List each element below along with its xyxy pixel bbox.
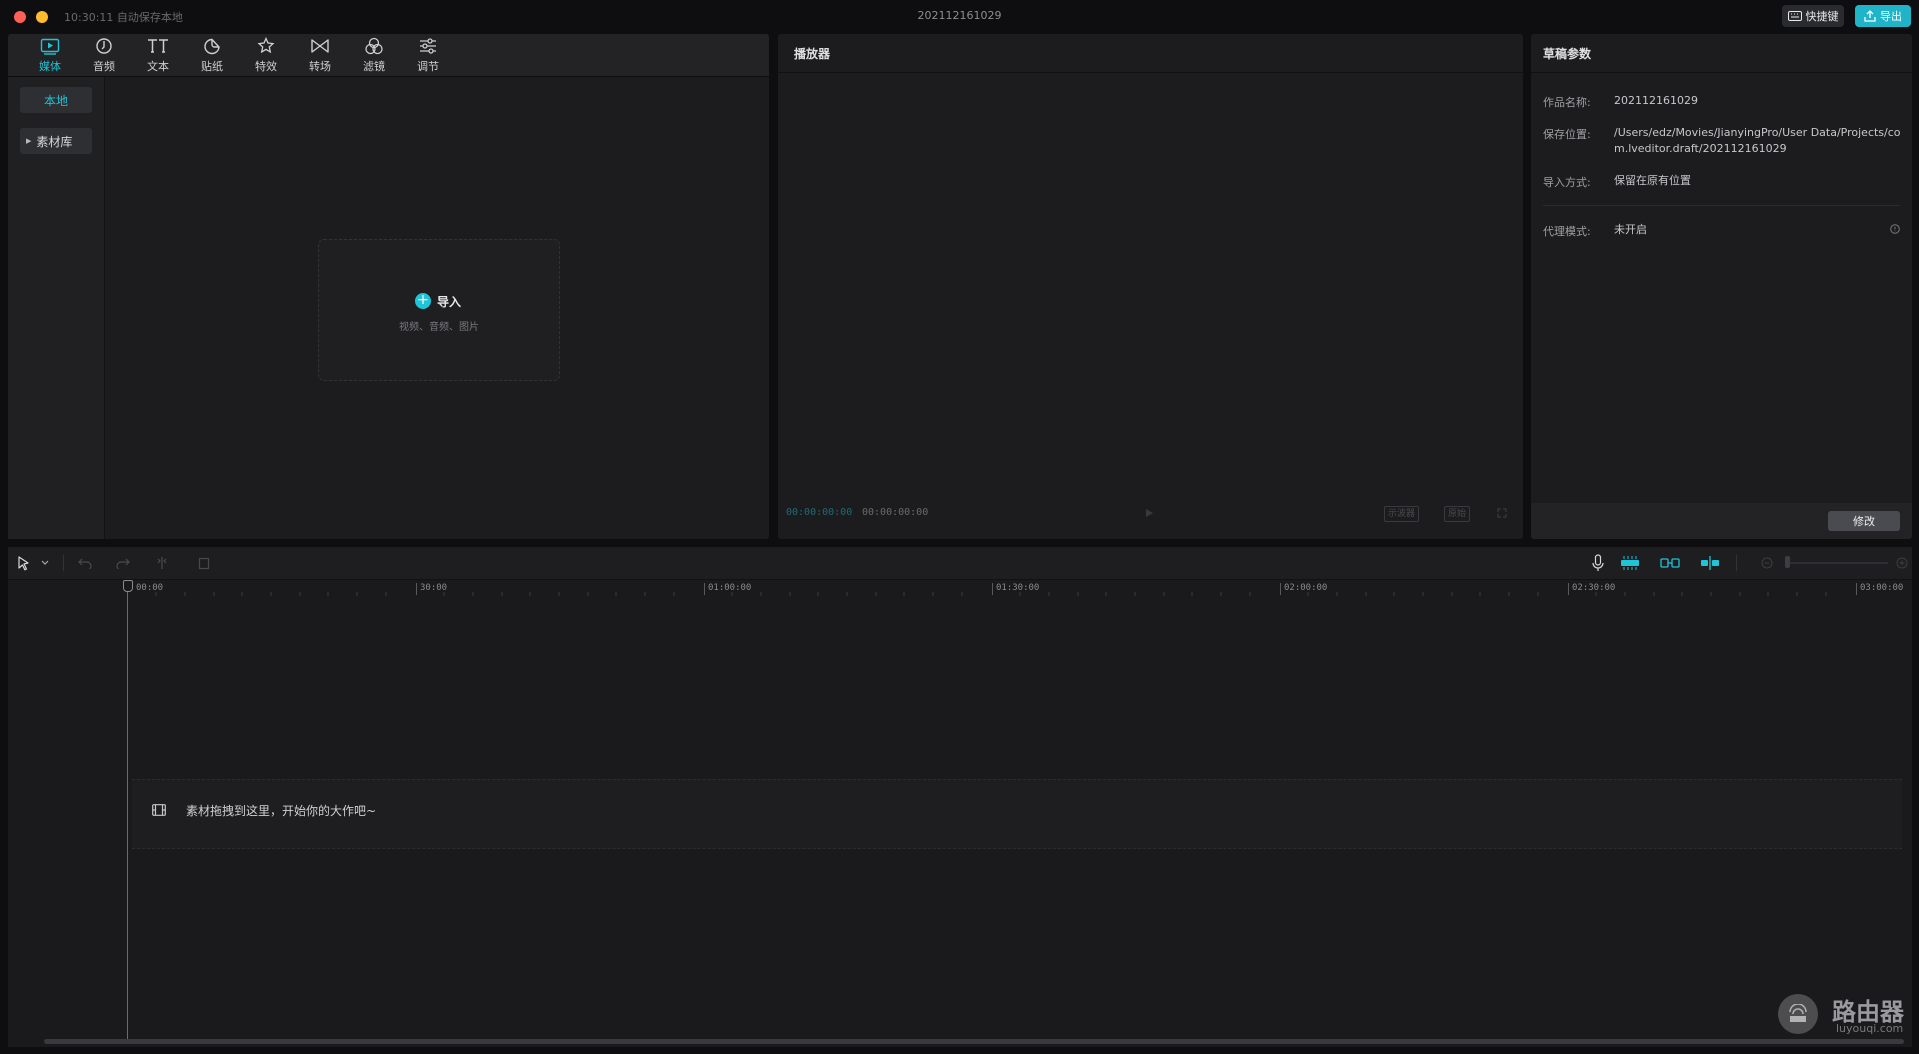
draft-divider [1543, 205, 1900, 206]
sidebar-item-library[interactable]: ▶ 素材库 [20, 128, 92, 154]
player-total-time: 00:00:00:00 [862, 507, 929, 518]
play-icon[interactable] [1144, 508, 1154, 518]
save-path-label: 保存位置: [1543, 128, 1591, 141]
linkage-icon[interactable] [1700, 554, 1720, 572]
main-track-dropzone[interactable]: 素材拖拽到这里，开始你的大作吧~ [132, 779, 1902, 849]
dropzone-hint: 素材拖拽到这里，开始你的大作吧~ [186, 804, 377, 818]
tab-transition-label: 转场 [309, 60, 331, 73]
keyboard-icon [1787, 11, 1802, 21]
player-title: 播放器 [794, 47, 831, 61]
fullscreen-icon[interactable] [1497, 508, 1507, 518]
work-name-label: 作品名称: [1543, 96, 1591, 109]
watermark: 路由器 luyouqi.com [1778, 990, 1918, 1040]
ruler-minor-ticks [155, 592, 1827, 596]
title-bar: 10:30:11 自动保存本地 202112161029 快捷键 导出 [0, 0, 1919, 32]
import-dropzone[interactable]: + 导入 视频、音频、图片 [318, 239, 560, 381]
tab-audio[interactable]: 音频 [84, 37, 124, 74]
media-toolbar: 媒体 音频 文本 贴纸 特效 转场 滤镜 调节 [8, 34, 769, 77]
main-track-magnet-icon[interactable] [1620, 554, 1640, 572]
timeline-ruler[interactable]: 00:00 30:00 01:00:00 01:30:00 02:00:00 0… [8, 580, 1912, 600]
effects-icon [257, 36, 275, 54]
toolbar-divider [63, 555, 64, 571]
zoom-slider-thumb[interactable] [1785, 556, 1790, 568]
draft-params-panel: 草稿参数 作品名称: 202112161029 保存位置: /Users/edz… [1531, 34, 1912, 539]
audio-icon [96, 38, 112, 54]
tab-adjust-label: 调节 [417, 60, 439, 73]
playhead-handle[interactable] [123, 580, 133, 592]
tab-media-label: 媒体 [39, 60, 61, 73]
shortcut-label: 快捷键 [1805, 10, 1839, 23]
redo-icon[interactable] [116, 557, 130, 569]
zoom-out-icon[interactable] [1761, 557, 1773, 569]
export-label: 导出 [1880, 10, 1902, 23]
window-title: 202112161029 [917, 9, 1002, 22]
proxy-mode-value: 未开启 [1614, 223, 1647, 236]
router-logo-icon [1778, 994, 1818, 1034]
tab-sticker[interactable]: 贴纸 [192, 37, 232, 74]
filter-icon [365, 37, 383, 55]
import-subtitle: 视频、音频、图片 [399, 322, 479, 333]
draft-header-divider [1531, 72, 1912, 73]
film-icon [152, 804, 166, 816]
import-mode-label: 导入方式: [1543, 176, 1591, 189]
tab-filter[interactable]: 滤镜 [354, 37, 394, 74]
timeline-panel: 00:00 30:00 01:00:00 01:30:00 02:00:00 0… [8, 547, 1912, 1047]
transition-icon [311, 39, 329, 53]
shortcut-button[interactable]: 快捷键 [1782, 5, 1844, 27]
player-current-time: 00:00:00:00 [786, 507, 853, 518]
draft-title: 草稿参数 [1543, 47, 1592, 61]
tab-media[interactable]: 媒体 [30, 37, 70, 74]
import-mode-value: 保留在原有位置 [1614, 174, 1691, 187]
tab-effects-label: 特效 [255, 60, 277, 73]
modify-button[interactable]: 修改 [1828, 511, 1900, 531]
export-button[interactable]: 导出 [1855, 5, 1911, 27]
adjust-icon [420, 38, 436, 54]
watermark-subtitle: luyouqi.com [1836, 1022, 1904, 1035]
tab-transition[interactable]: 转场 [300, 37, 340, 74]
split-icon[interactable] [156, 556, 168, 570]
tab-sticker-label: 贴纸 [201, 60, 223, 73]
caret-right-icon: ▶ [26, 137, 32, 145]
import-label: 导入 [437, 295, 462, 309]
chevron-down-icon[interactable] [41, 560, 49, 566]
save-path-value: /Users/edz/Movies/JianyingPro/User Data/… [1614, 126, 1901, 155]
player-header-divider [778, 72, 1523, 73]
sidebar-item-library-label: 素材库 [36, 134, 73, 149]
microphone-icon[interactable] [1592, 554, 1604, 572]
scope-button[interactable]: 示波器 [1384, 506, 1420, 522]
tab-audio-label: 音频 [93, 60, 115, 73]
tab-text[interactable]: 文本 [138, 37, 178, 74]
ratio-button[interactable]: 原始 [1444, 506, 1471, 522]
auto-snap-icon[interactable] [1660, 554, 1680, 572]
tab-adjust[interactable]: 调节 [408, 37, 448, 74]
playhead-line[interactable] [127, 581, 128, 1044]
tab-effects[interactable]: 特效 [246, 36, 286, 74]
timeline-horizontal-scrollbar[interactable] [44, 1039, 1904, 1044]
media-sidebar: 本地 ▶ 素材库 [8, 77, 105, 539]
draft-footer: 修改 [1531, 503, 1912, 539]
media-icon [40, 38, 60, 55]
tab-filter-label: 滤镜 [363, 60, 385, 73]
timeline-toolbar [8, 547, 1912, 580]
undo-icon[interactable] [78, 557, 92, 569]
zoom-in-icon[interactable] [1896, 557, 1908, 569]
player-panel: 播放器 00:00:00:00 00:00:00:00 示波器 原始 [778, 34, 1523, 539]
zoom-slider-track[interactable] [1788, 562, 1888, 564]
proxy-mode-label: 代理模式: [1543, 225, 1591, 238]
toolbar-divider-right [1736, 555, 1737, 571]
media-panel: 媒体 音频 文本 贴纸 特效 转场 滤镜 调节 本地 ▶ 素材库 + 导入 视频… [8, 34, 769, 539]
text-icon [148, 39, 168, 53]
work-name-value: 202112161029 [1614, 94, 1698, 107]
sidebar-item-local[interactable]: 本地 [20, 87, 92, 113]
plus-icon: + [415, 293, 431, 309]
help-icon[interactable] [1890, 224, 1900, 234]
tab-text-label: 文本 [147, 60, 169, 73]
delete-icon[interactable] [198, 556, 210, 570]
export-icon [1864, 10, 1876, 22]
sticker-icon [204, 38, 220, 55]
select-cursor-icon[interactable] [17, 556, 31, 571]
